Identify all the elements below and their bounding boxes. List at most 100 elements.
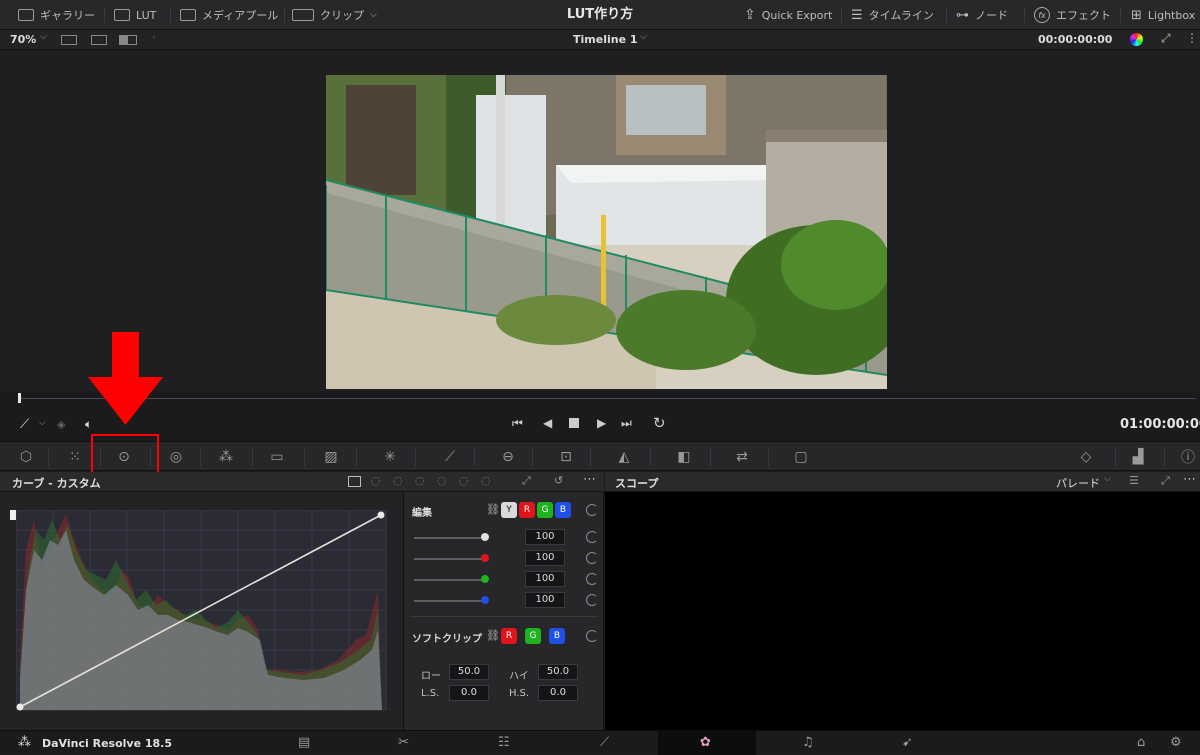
window-icon[interactable]: ⊖ <box>488 442 528 472</box>
sat-vs-lum-icon[interactable]: ◌ <box>481 474 491 487</box>
expand-icon[interactable]: ⤢ <box>1161 474 1170 488</box>
fusion-page-icon[interactable]: ⟋ <box>600 735 609 750</box>
reset-all-icon[interactable]: ↺ <box>554 474 563 487</box>
lum-vs-sat-icon[interactable]: ◌ <box>437 474 447 487</box>
cut-page-icon[interactable]: ✂ <box>398 735 409 750</box>
media-page-icon[interactable]: ▤ <box>298 735 310 750</box>
sizing-icon[interactable]: ▢ <box>781 442 821 472</box>
gallery-button[interactable]: ギャラリー <box>18 0 95 30</box>
play-icon[interactable]: ▶ <box>597 416 606 430</box>
quick-export-button[interactable]: ⇪ Quick Export <box>744 0 832 30</box>
reset-icon[interactable] <box>586 573 598 585</box>
y-slider-handle[interactable] <box>481 533 489 541</box>
b-slider-handle[interactable] <box>481 596 489 604</box>
lut-button[interactable]: LUT <box>114 0 156 30</box>
curve-control-point[interactable] <box>16 703 24 711</box>
viewer-scrubber[interactable] <box>0 391 1200 405</box>
edit-page-icon[interactable]: ☷ <box>498 735 510 750</box>
scope-mode-dropdown[interactable]: パレード <box>1056 475 1100 491</box>
info-icon[interactable]: ⓘ <box>1168 442 1200 472</box>
g-slider-handle[interactable] <box>481 575 489 583</box>
hdr-wheels-icon[interactable]: ◎ <box>156 442 196 472</box>
timeline-selector[interactable]: Timeline 1 <box>573 33 638 46</box>
deliver-page-icon[interactable]: ➹ <box>902 735 913 750</box>
softclip-chip-r[interactable]: R <box>501 628 517 644</box>
media-pool-button[interactable]: メディアプール <box>180 0 278 30</box>
sat-vs-sat-icon[interactable]: ◌ <box>459 474 469 487</box>
softclip-chip-b[interactable]: B <box>549 628 565 644</box>
skip-to-start-icon[interactable]: ⏮︎ <box>512 416 523 431</box>
wipe-icon[interactable] <box>119 35 137 45</box>
b-intensity-slider[interactable] <box>414 600 486 602</box>
reset-icon[interactable] <box>586 630 598 642</box>
r-intensity-slider[interactable] <box>414 558 486 560</box>
stop-icon[interactable] <box>569 418 579 428</box>
key-icon[interactable]: ⇄ <box>722 442 762 472</box>
color-warper-icon[interactable]: ✳ <box>370 442 410 472</box>
color-wheel-icon[interactable] <box>1130 33 1143 46</box>
tracker-icon[interactable]: ⊡ <box>546 442 586 472</box>
hue-vs-lum-icon[interactable]: ◌ <box>415 474 425 487</box>
custom-curve-icon[interactable] <box>348 476 361 487</box>
skip-to-end-icon[interactable]: ⏭︎ <box>621 416 632 431</box>
home-icon[interactable]: ⌂ <box>1137 735 1145 750</box>
more-options-icon[interactable]: ⋯ <box>583 472 596 487</box>
y-intensity-value[interactable]: 100 <box>525 529 565 545</box>
blur-icon[interactable]: ◧ <box>664 442 704 472</box>
color-match-icon[interactable]: ⁙ <box>55 442 95 472</box>
settings-gear-icon[interactable]: ⚙ <box>1170 735 1182 750</box>
chip-b[interactable]: B <box>555 502 571 518</box>
curve-control-point[interactable] <box>377 511 385 519</box>
eyedropper-icon[interactable]: ⟋ <box>20 417 29 432</box>
clips-button[interactable]: クリップ ⌵ <box>292 0 377 30</box>
magic-mask-icon[interactable]: ◭ <box>604 442 644 472</box>
layers-icon[interactable]: ◈ <box>57 418 65 431</box>
r-slider-handle[interactable] <box>481 554 489 562</box>
timeline-button[interactable]: ☰ タイムライン <box>851 0 934 30</box>
softclip-chip-g[interactable]: G <box>525 628 541 644</box>
reset-icon[interactable] <box>586 504 598 516</box>
zoom-dropdown[interactable]: 70% <box>10 33 36 46</box>
high-value[interactable]: 50.0 <box>538 664 578 680</box>
scope-settings-icon[interactable]: ☰ <box>1129 474 1139 487</box>
curves-icon[interactable]: ▨ <box>311 442 351 472</box>
single-viewer-icon[interactable] <box>61 35 77 45</box>
effects-button[interactable]: fx エフェクト <box>1034 0 1111 30</box>
hue-vs-hue-icon[interactable]: ◌ <box>371 474 381 487</box>
ls-value[interactable]: 0.0 <box>449 685 489 701</box>
fullscreen-icon[interactable]: ⤢ <box>1161 31 1171 46</box>
keyframes-icon[interactable]: ◇ <box>1066 442 1106 472</box>
chip-r[interactable]: R <box>519 502 535 518</box>
hue-vs-sat-icon[interactable]: ◌ <box>393 474 403 487</box>
g-intensity-value[interactable]: 100 <box>525 571 565 587</box>
qualifier-icon[interactable]: ⟋ <box>430 442 470 472</box>
curve-graph[interactable] <box>16 510 388 712</box>
chip-g[interactable]: G <box>537 502 553 518</box>
rgb-mixer-icon[interactable]: ⁂ <box>206 442 246 472</box>
reset-icon[interactable] <box>586 531 598 543</box>
low-value[interactable]: 50.0 <box>449 664 489 680</box>
reset-icon[interactable] <box>586 552 598 564</box>
r-intensity-value[interactable]: 100 <box>525 550 565 566</box>
playhead[interactable] <box>18 393 21 403</box>
step-back-icon[interactable]: ◀ <box>543 416 552 430</box>
options-dot[interactable]: · <box>152 31 156 44</box>
link-icon[interactable]: ⛓︎ <box>486 629 500 642</box>
loop-icon[interactable]: ↻ <box>653 414 666 432</box>
split-viewer-icon[interactable] <box>91 35 107 45</box>
more-options-icon[interactable]: ⋯ <box>1183 472 1196 487</box>
scopes-icon[interactable]: ▟ <box>1118 442 1158 472</box>
b-intensity-value[interactable]: 100 <box>525 592 565 608</box>
fairlight-page-icon[interactable]: ♫ <box>802 735 814 750</box>
y-intensity-slider[interactable] <box>414 537 486 539</box>
chevron-down-icon[interactable]: ⌵ <box>39 418 46 428</box>
color-page-icon[interactable]: ✿ <box>700 735 711 750</box>
chip-y[interactable]: Y <box>501 502 517 518</box>
link-icon[interactable]: ⛓︎ <box>486 503 500 516</box>
expand-icon[interactable]: ⤢ <box>522 474 531 488</box>
motion-effects-icon[interactable]: ▭ <box>257 442 297 472</box>
reset-icon[interactable] <box>586 594 598 606</box>
hs-value[interactable]: 0.0 <box>538 685 578 701</box>
nodes-button[interactable]: ⊶ ノード <box>956 0 1008 30</box>
lightbox-button[interactable]: ⊞ Lightbox <box>1131 0 1195 30</box>
